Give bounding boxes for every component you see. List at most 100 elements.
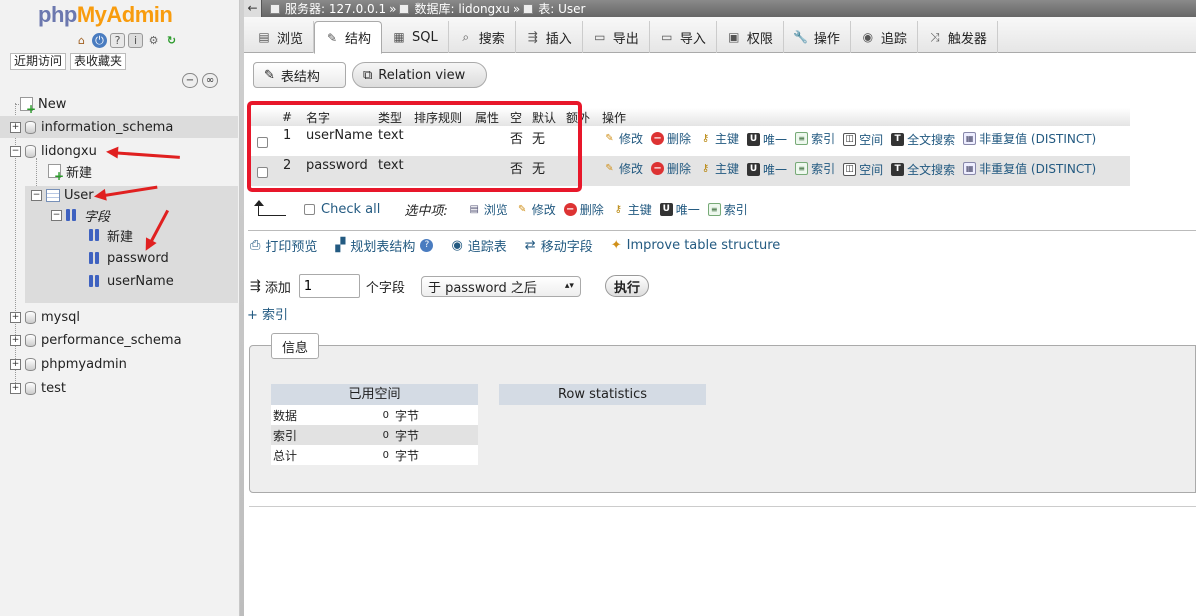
collapse-icon[interactable]: − [51, 209, 62, 221]
improve-structure-link[interactable]: ✦ Improve table structure [611, 238, 781, 253]
expand-icon[interactable]: + [10, 358, 21, 370]
logout-icon[interactable]: ⏻ [92, 33, 107, 48]
tree-item-lidongxu-new[interactable]: 新建 [0, 160, 238, 183]
nav-controls: − ∞ [182, 73, 218, 88]
bulk-unique-button[interactable]: U 唯一 [659, 201, 700, 218]
tab-privileges[interactable]: ▣ 权限 [717, 21, 784, 53]
collapse-icon[interactable]: − [10, 145, 21, 157]
tree-item-test[interactable]: + test [0, 377, 238, 399]
tree-item-performance-schema[interactable]: + performance_schema [0, 329, 238, 351]
go-button[interactable]: 执行 [604, 275, 649, 297]
propose-structure-link[interactable]: ▞ 规划表结构? [335, 236, 434, 255]
expand-icon[interactable]: + [10, 382, 21, 394]
logo-php: php [38, 2, 77, 27]
tab-structure[interactable]: ✎ 结构 [314, 21, 383, 54]
phpmyadmin-logo[interactable]: phpMyAdmin [38, 2, 173, 28]
table-structure-button[interactable]: ✎ 表结构 [253, 62, 346, 88]
edit-link[interactable]: ✎ 修改 [603, 160, 643, 177]
tab-browse[interactable]: ▤ 浏览 [247, 21, 315, 53]
docs-icon[interactable]: ? [110, 33, 125, 48]
link-icon[interactable]: ∞ [202, 73, 218, 88]
print-view-link[interactable]: ⎙ 打印预览 [250, 236, 317, 255]
new-database-icon [20, 97, 36, 116]
delete-icon: − [651, 132, 665, 145]
tree-item-mysql[interactable]: + mysql [0, 306, 238, 328]
collapse-all-icon[interactable]: − [182, 73, 198, 88]
expand-icon[interactable]: + [10, 121, 21, 133]
unique-link[interactable]: U 唯一 [747, 131, 787, 148]
breadcrumb-table[interactable]: 表: User [538, 0, 585, 17]
tree-item-information-schema[interactable]: + information_schema [0, 116, 238, 138]
tab-insert[interactable]: ⇶ 插入 [516, 21, 583, 53]
distinct-link[interactable]: ▦ 非重复值 (DISTINCT) [963, 130, 1096, 147]
spatial-link[interactable]: ◫ 空间 [843, 161, 883, 178]
logo-my: My [76, 2, 107, 27]
index-link[interactable]: ≡ 索引 [795, 160, 835, 177]
distinct-icon: ▦ [963, 162, 977, 175]
tree-item-column-password[interactable]: password [0, 247, 180, 269]
check-all-checkbox[interactable] [304, 203, 315, 215]
relation-icon: ⧉ [363, 67, 373, 83]
bulk-edit-button[interactable]: ✎ 修改 [516, 201, 556, 218]
reload-icon[interactable]: ↻ [164, 33, 179, 48]
distinct-link[interactable]: ▦ 非重复值 (DISTINCT) [963, 160, 1096, 177]
add-column-icon: ⇶ [250, 278, 261, 294]
back-arrow-icon[interactable]: ← [244, 0, 262, 17]
navigation-panel: phpMyAdmin ⌂ ⏻ ? i ⚙ ↻ 近期访问 表收藏夹 − ∞ New… [0, 0, 240, 616]
recent-tab[interactable]: 近期访问 [10, 53, 67, 70]
breadcrumb-server[interactable]: 服务器: 127.0.0.1 [285, 0, 386, 17]
bulk-primary-button[interactable]: ⚷ 主键 [612, 201, 652, 218]
structure-icon: ✎ [264, 67, 275, 83]
help-icon[interactable]: ? [420, 239, 434, 252]
favorites-tab[interactable]: 表收藏夹 [70, 53, 127, 70]
unique-link[interactable]: U 唯一 [747, 161, 787, 178]
bulk-browse-button[interactable]: ▤ 浏览 [468, 201, 507, 218]
info-icon[interactable]: i [128, 33, 143, 48]
tab-tracking[interactable]: ◉ 追踪 [851, 21, 918, 53]
expand-icon[interactable]: + [10, 311, 21, 323]
tab-export[interactable]: ▭ 导出 [583, 21, 650, 53]
tree-label: lidongxu [41, 143, 97, 159]
fulltext-icon: T [891, 132, 905, 146]
check-all-label[interactable]: Check all [321, 202, 380, 217]
relation-view-button[interactable]: ⧉ Relation view [352, 62, 487, 88]
printer-icon: ⎙ [250, 238, 261, 253]
tree-item-column-username[interactable]: userName [0, 270, 180, 292]
fulltext-link[interactable]: T 全文搜索 [891, 131, 955, 148]
tree-label: test [41, 380, 66, 396]
bulk-drop-button[interactable]: − 删除 [563, 201, 604, 218]
collapse-icon[interactable]: − [31, 189, 42, 201]
drop-link[interactable]: − 删除 [651, 160, 691, 177]
primary-link[interactable]: ⚷ 主键 [699, 130, 739, 147]
tab-triggers[interactable]: ⤨ 触发器 [918, 21, 998, 53]
tab-search[interactable]: ⌕ 搜索 [449, 21, 516, 53]
tree-label: New [38, 96, 67, 112]
tree-item-fields[interactable]: − 字段 [0, 204, 200, 226]
tab-import[interactable]: ▭ 导入 [650, 21, 717, 53]
edit-link[interactable]: ✎ 修改 [603, 130, 643, 147]
bulk-index-button[interactable]: ≡ 索引 [707, 201, 748, 218]
add-columns-form: ⇶ 添加 个字段 于 password 之后▴▾ 执行 [250, 274, 649, 298]
move-columns-link[interactable]: ⇄ 移动字段 [525, 236, 593, 255]
database-icon [25, 357, 36, 371]
gear-icon[interactable]: ⚙ [146, 33, 161, 48]
index-link[interactable]: ≡ 索引 [795, 130, 835, 147]
menu-tabs: ▤ 浏览 ✎ 结构 ▦ SQL ⌕ 搜索 ⇶ 插入 ▭ 导出 ▭ 导入 ▣ 权限 🔧 操作 ◉ 追踪… [244, 17, 1196, 54]
spatial-link[interactable]: ◫ 空间 [843, 131, 883, 148]
tab-operations[interactable]: 🔧 操作 [784, 21, 851, 53]
column-count-input[interactable] [298, 274, 360, 298]
nav-icon-bar: ⌂ ⏻ ? i ⚙ ↻ [74, 33, 179, 48]
column-position-select[interactable]: 于 password 之后 ▴▾ [420, 275, 581, 297]
breadcrumb-database[interactable]: 数据库: lidongxu [414, 0, 509, 17]
expand-icon[interactable]: + [10, 334, 21, 346]
track-table-link[interactable]: ◉ 追踪表 [451, 236, 506, 255]
tree-item-new[interactable]: New [0, 93, 238, 116]
drop-link[interactable]: − 删除 [651, 130, 691, 147]
tab-sql[interactable]: ▦ SQL [382, 21, 449, 53]
primary-link[interactable]: ⚷ 主键 [699, 160, 739, 177]
tree-item-phpmyadmin[interactable]: + phpmyadmin [0, 353, 238, 375]
fulltext-link[interactable]: T 全文搜索 [891, 161, 955, 178]
database-icon [25, 333, 36, 347]
home-icon[interactable]: ⌂ [74, 33, 89, 48]
add-index-link[interactable]: + 索引 [247, 304, 288, 323]
